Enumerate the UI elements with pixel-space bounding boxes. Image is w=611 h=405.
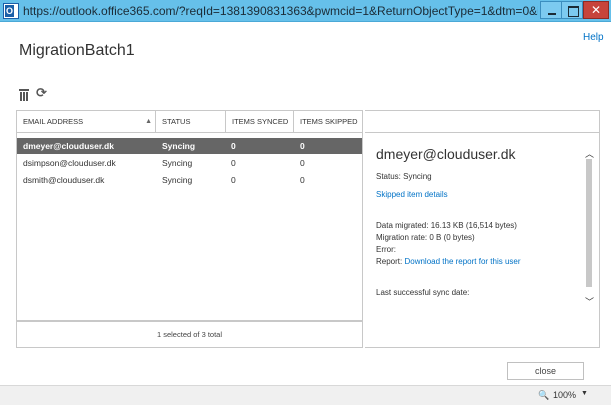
zoom-dropdown-icon[interactable]: ▼	[581, 390, 588, 397]
column-header-items-skipped[interactable]: ITEMS SKIPPED	[294, 111, 362, 133]
help-link[interactable]: Help	[583, 32, 604, 43]
cell-items-synced: 0	[231, 141, 236, 151]
cell-items-synced: 0	[231, 158, 236, 168]
migration-users-grid: EMAIL ADDRESS ▲ STATUS ITEMS SYNCED ITEM…	[16, 110, 363, 348]
details-header-strip	[365, 111, 600, 133]
window-close-button[interactable]: ✕	[583, 1, 609, 19]
refresh-icon[interactable]: ⟳	[36, 86, 48, 99]
cell-email: dmeyer@clouduser.dk	[23, 141, 114, 151]
column-header-items-synced[interactable]: ITEMS SYNCED	[226, 111, 294, 133]
cell-email: dsimpson@clouduser.dk	[23, 158, 116, 168]
cell-status: Syncing	[162, 175, 193, 185]
table-row[interactable]: dsmith@clouduser.dk Syncing 0 0	[17, 172, 362, 188]
column-header-email-label: EMAIL ADDRESS	[23, 117, 84, 126]
cell-items-skipped: 0	[300, 175, 305, 185]
details-user-name: dmeyer@clouduser.dk	[376, 146, 516, 162]
grid-header: EMAIL ADDRESS ▲ STATUS ITEMS SYNCED ITEM…	[17, 111, 362, 133]
table-row[interactable]: dsimpson@clouduser.dk Syncing 0 0	[17, 155, 362, 171]
sort-ascending-icon: ▲	[145, 118, 152, 125]
download-report-link[interactable]: Download the report for this user	[404, 257, 520, 266]
cell-status: Syncing	[162, 141, 196, 151]
details-report-label: Report:	[376, 257, 403, 266]
details-report: Report: Download the report for this use…	[376, 257, 521, 266]
outlook-icon-letter: O	[5, 5, 14, 17]
cell-status: Syncing	[162, 158, 193, 168]
cell-items-synced: 0	[231, 175, 236, 185]
close-button[interactable]: close	[507, 362, 584, 380]
details-pane: dmeyer@clouduser.dk Status: Syncing Skip…	[365, 110, 600, 348]
page-title: MigrationBatch1	[19, 42, 135, 59]
maximize-button[interactable]	[561, 1, 583, 19]
cell-items-skipped: 0	[300, 141, 305, 151]
details-status: Status: Syncing	[376, 172, 432, 181]
scrollbar-thumb[interactable]	[586, 159, 592, 287]
details-migration-rate: Migration rate: 0 B (0 bytes)	[376, 233, 475, 242]
title-bar: O https://outlook.office365.com/?reqId=1…	[0, 0, 611, 22]
grid-selection-count: 1 selected of 3 total	[17, 320, 362, 347]
details-data-migrated: Data migrated: 16.13 KB (16,514 bytes)	[376, 221, 517, 230]
status-bar: 🔍 100% ▼	[0, 385, 611, 405]
skipped-item-details-link[interactable]: Skipped item details	[376, 190, 448, 199]
trash-icon[interactable]	[18, 89, 30, 101]
table-row[interactable]: dmeyer@clouduser.dk Syncing 0 0	[17, 138, 362, 154]
details-error: Error:	[376, 245, 396, 254]
minimize-button[interactable]	[540, 1, 562, 19]
cell-email: dsmith@clouduser.dk	[23, 175, 105, 185]
zoom-icon: 🔍	[538, 390, 550, 400]
outlook-icon: O	[3, 3, 19, 19]
column-header-email[interactable]: EMAIL ADDRESS ▲	[17, 111, 156, 133]
scroll-down-icon[interactable]: ﹀	[585, 295, 594, 308]
zoom-level[interactable]: 100%	[553, 390, 576, 400]
details-last-sync: Last successful sync date:	[376, 288, 470, 297]
window-title-url: https://outlook.office365.com/?reqId=138…	[23, 4, 538, 18]
cell-items-skipped: 0	[300, 158, 305, 168]
column-header-status[interactable]: STATUS	[156, 111, 226, 133]
